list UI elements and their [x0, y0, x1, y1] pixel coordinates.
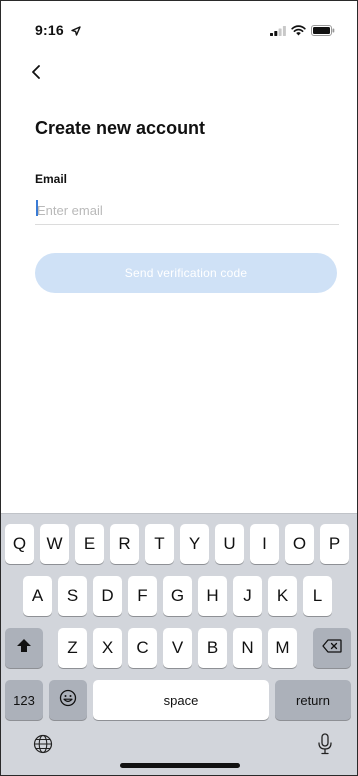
wifi-icon — [291, 23, 306, 41]
key-a[interactable]: A — [23, 576, 52, 616]
key-g[interactable]: G — [163, 576, 192, 616]
emoji-key[interactable] — [49, 680, 87, 720]
key-t[interactable]: T — [145, 524, 174, 564]
page-title: Create new account — [35, 118, 206, 138]
home-indicator[interactable] — [120, 763, 240, 768]
text-caret — [36, 200, 38, 216]
keyboard-row-1: Q W E R T Y U I O P — [1, 524, 357, 564]
key-b[interactable]: B — [198, 628, 227, 668]
signal-icon — [270, 23, 286, 41]
send-verification-code-button[interactable]: Send verification code — [35, 253, 337, 293]
chevron-left-icon — [31, 64, 41, 84]
key-f[interactable]: F — [128, 576, 157, 616]
key-j[interactable]: J — [233, 576, 262, 616]
key-n[interactable]: N — [233, 628, 262, 668]
keyboard: Q W E R T Y U I O P A S D F G H J K L Z … — [1, 513, 357, 775]
shift-icon — [16, 638, 32, 658]
globe-icon — [33, 734, 53, 759]
key-p[interactable]: P — [320, 524, 349, 564]
globe-key[interactable] — [29, 732, 57, 760]
key-d[interactable]: D — [93, 576, 122, 616]
key-z[interactable]: Z — [58, 628, 87, 668]
key-r[interactable]: R — [110, 524, 139, 564]
back-button[interactable] — [25, 63, 47, 85]
key-m[interactable]: M — [268, 628, 297, 668]
key-x[interactable]: X — [93, 628, 122, 668]
key-i[interactable]: I — [250, 524, 279, 564]
key-w[interactable]: W — [40, 524, 69, 564]
email-label: Email — [35, 172, 68, 186]
battery-icon — [311, 23, 335, 41]
emoji-icon — [59, 689, 77, 712]
dictation-key[interactable] — [311, 732, 339, 760]
status-time: 9:16 — [35, 22, 81, 39]
keyboard-row-2: A S D F G H J K L — [1, 576, 357, 616]
shift-key[interactable] — [5, 628, 43, 668]
key-u[interactable]: U — [215, 524, 244, 564]
microphone-icon — [317, 732, 333, 760]
delete-key[interactable] — [313, 628, 351, 668]
key-h[interactable]: H — [198, 576, 227, 616]
keyboard-row-4: 123 space return — [1, 680, 357, 720]
key-v[interactable]: V — [163, 628, 192, 668]
key-o[interactable]: O — [285, 524, 314, 564]
key-s[interactable]: S — [58, 576, 87, 616]
numbers-key[interactable]: 123 — [5, 680, 43, 720]
clock-text: 9:16 — [35, 22, 64, 38]
keyboard-row-3: Z X C V B N M — [1, 628, 357, 668]
location-arrow-icon — [71, 23, 81, 39]
backspace-icon — [322, 638, 342, 658]
key-c[interactable]: C — [128, 628, 157, 668]
space-key[interactable]: space — [93, 680, 269, 720]
key-y[interactable]: Y — [180, 524, 209, 564]
status-bar: 9:16 — [1, 1, 357, 47]
phone-screen: 9:16 Create new account Email Enter emai… — [0, 0, 358, 776]
status-icons — [270, 23, 335, 41]
key-q[interactable]: Q — [5, 524, 34, 564]
email-input[interactable] — [35, 196, 339, 225]
key-l[interactable]: L — [303, 576, 332, 616]
key-e[interactable]: E — [75, 524, 104, 564]
key-k[interactable]: K — [268, 576, 297, 616]
return-key[interactable]: return — [275, 680, 351, 720]
